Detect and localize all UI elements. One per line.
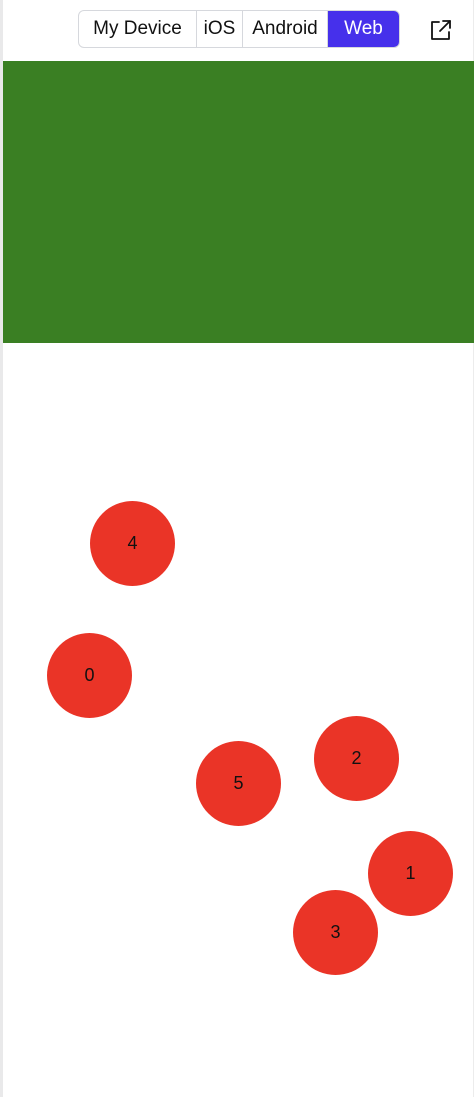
ball-1[interactable]: 1 [368,831,453,916]
tab-android[interactable]: Android [243,11,328,47]
tab-my-device[interactable]: My Device [79,11,197,47]
tab-web[interactable]: Web [328,11,399,47]
platform-selector: My Device iOS Android Web [78,10,400,48]
ball-5[interactable]: 5 [196,741,281,826]
green-box [3,61,474,343]
ball-0[interactable]: 0 [47,633,132,718]
tab-ios[interactable]: iOS [197,11,243,47]
ball-3[interactable]: 3 [293,890,378,975]
ball-2[interactable]: 2 [314,716,399,801]
external-link-icon[interactable] [428,17,454,43]
app-frame: My Device iOS Android Web 4 0 2 5 1 3 [0,0,474,1097]
ball-4[interactable]: 4 [90,501,175,586]
